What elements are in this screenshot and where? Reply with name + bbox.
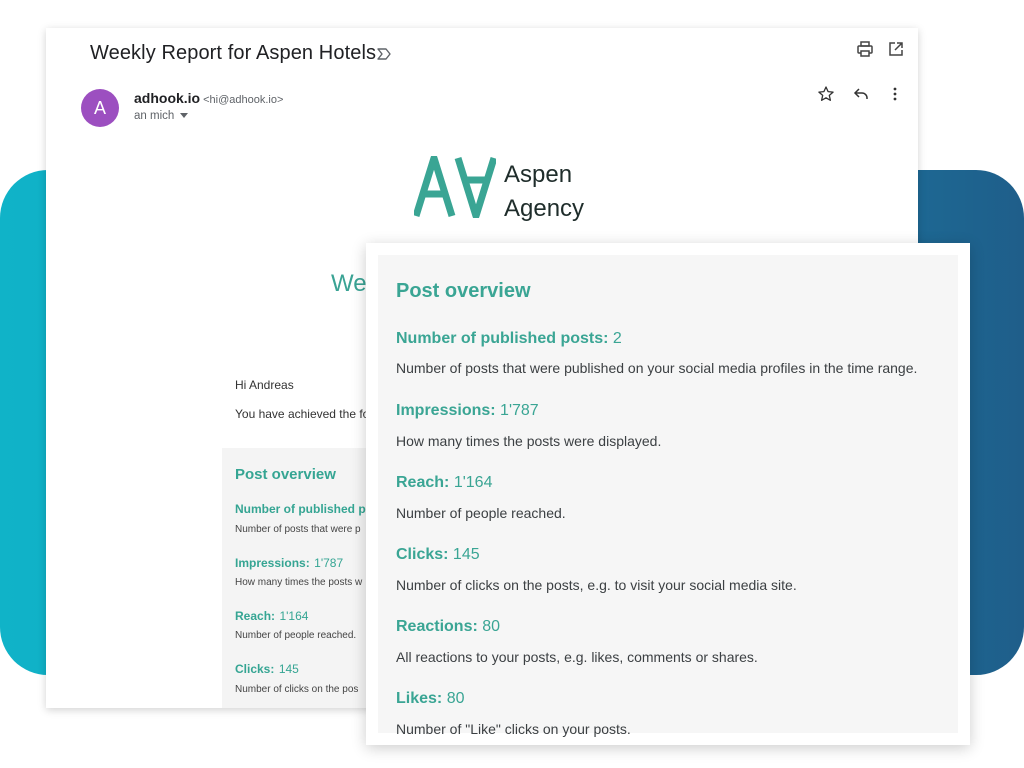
metric-description: Number of clicks on the posts, e.g. to v… xyxy=(396,577,797,593)
metric-label: Reactions: xyxy=(396,618,478,635)
metric-value: 145 xyxy=(452,546,480,563)
aspen-agency-logo-mark xyxy=(414,156,496,218)
recipient-dropdown[interactable]: an mich xyxy=(134,110,189,122)
metric-description: How many times the posts w xyxy=(235,577,363,588)
metric-label: Number of published p xyxy=(235,502,366,516)
metric-label: Clicks: xyxy=(235,662,275,676)
avatar: A xyxy=(81,89,119,127)
reply-icon[interactable] xyxy=(852,85,870,103)
metric-label: Likes: xyxy=(396,690,443,707)
metric-row: Clicks: 145 xyxy=(235,660,299,678)
metric-value: 145 xyxy=(278,662,299,676)
post-overview-content: Post overview Number of published posts:… xyxy=(378,255,958,737)
post-overview-title: Post overview xyxy=(396,280,531,302)
metric-row: Reach: 1'164 xyxy=(235,607,308,625)
recipient-label: an mich xyxy=(134,110,175,122)
open-in-new-window-icon[interactable] xyxy=(887,40,905,58)
metric-value: 80 xyxy=(446,690,465,707)
metric-row: Impressions: 1'787 xyxy=(235,554,343,572)
panel-title: Post overview xyxy=(235,466,336,483)
metric-published-posts: Number of published posts: 2 xyxy=(396,330,622,348)
logo-text: Aspen Agency xyxy=(504,158,584,226)
sender-email: <hi@adhook.io> xyxy=(203,94,284,106)
metric-impressions: Impressions: 1'787 xyxy=(396,402,539,420)
sender-name: adhook.io xyxy=(134,90,201,106)
metric-label: Impressions: xyxy=(235,556,310,570)
metric-description: Number of clicks on the pos xyxy=(235,684,359,695)
metric-description: Number of posts that were published on y… xyxy=(396,360,918,376)
metric-clicks: Clicks: 145 xyxy=(396,546,480,564)
star-icon[interactable] xyxy=(817,85,835,103)
print-icon[interactable] xyxy=(856,40,874,58)
label-icon[interactable] xyxy=(376,46,392,62)
metric-value: 80 xyxy=(482,618,501,635)
metric-value: 1'164 xyxy=(453,474,493,491)
metric-label: Impressions: xyxy=(396,402,496,419)
metric-label: Number of published posts: xyxy=(396,330,609,347)
metric-reactions: Reactions: 80 xyxy=(396,618,500,636)
metric-description: Number of people reached. xyxy=(235,630,357,641)
chevron-down-icon xyxy=(180,113,189,119)
metric-value: 1'164 xyxy=(279,609,309,623)
metric-value: 1'787 xyxy=(500,402,539,419)
report-heading: We xyxy=(331,270,367,297)
metric-value: 2 xyxy=(612,330,622,347)
metric-likes: Likes: 80 xyxy=(396,690,465,708)
metric-description: Number of "Like" clicks on your posts. xyxy=(396,721,631,737)
metric-row: Number of published p xyxy=(235,500,366,518)
metric-description: All reactions to your posts, e.g. likes,… xyxy=(396,649,758,665)
metric-value: 1'787 xyxy=(314,556,344,570)
metric-label: Reach: xyxy=(235,609,276,623)
metric-reach: Reach: 1'164 xyxy=(396,474,492,492)
metric-label: Reach: xyxy=(396,474,450,491)
greeting-text: Hi Andreas xyxy=(235,378,294,392)
logo-line-1: Aspen xyxy=(504,161,573,188)
metric-description: Number of posts that were p xyxy=(235,524,361,535)
more-vert-icon[interactable] xyxy=(886,85,904,103)
metric-label: Clicks: xyxy=(396,546,449,563)
post-overview-card: Post overview Number of published posts:… xyxy=(366,243,970,745)
logo-line-2: Agency xyxy=(504,195,585,222)
metric-description: How many times the posts were displayed. xyxy=(396,433,662,449)
intro-text: You have achieved the fo xyxy=(235,407,370,421)
metric-description: Number of people reached. xyxy=(396,505,566,521)
email-subject: Weekly Report for Aspen Hotels xyxy=(90,42,377,64)
sender-info: adhook.io <hi@adhook.io> xyxy=(134,90,283,106)
